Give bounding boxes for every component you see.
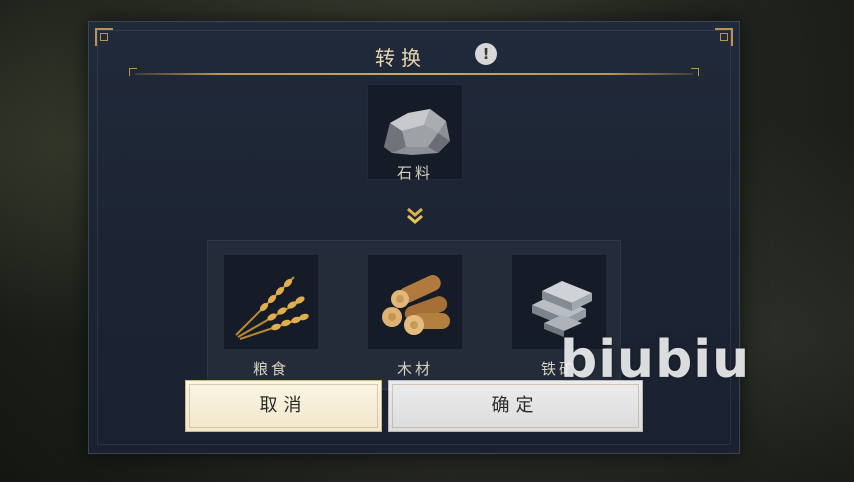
info-icon[interactable]: ! (475, 43, 497, 65)
divider-cap-right (691, 68, 699, 76)
option-grain-label: 粮食 (252, 360, 289, 378)
title-divider (135, 73, 693, 75)
divider-cap-left (129, 68, 137, 76)
corner-ornament-right (715, 28, 733, 46)
watermark-logo: biubiu (560, 330, 751, 390)
double-chevron-down-icon (407, 207, 423, 224)
option-wood[interactable] (367, 254, 463, 350)
source-resource-label: 石料 (396, 164, 433, 182)
wheat-icon (235, 276, 309, 340)
wood-logs-icon (382, 275, 450, 335)
dialog-header: 转换 ! (111, 32, 717, 78)
option-grain[interactable] (223, 254, 319, 350)
option-wood-label: 木材 (396, 360, 433, 378)
cancel-button[interactable]: 取消 (185, 380, 382, 432)
dialog-title: 转换 (375, 46, 427, 70)
